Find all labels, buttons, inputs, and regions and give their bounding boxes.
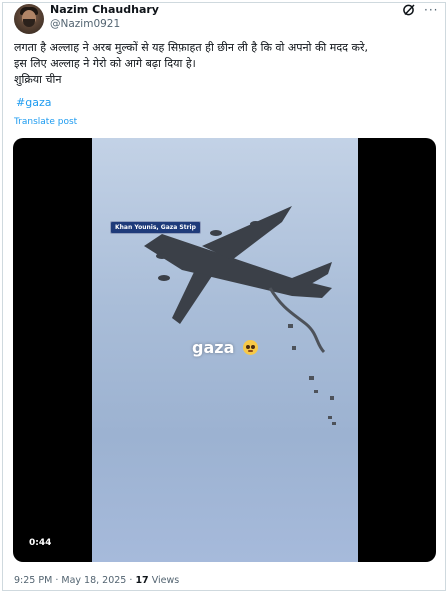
views-count[interactable]: 17 [135,575,148,586]
translate-post-link[interactable]: Translate post [14,117,77,127]
post-date[interactable]: May 18, 2025 [61,575,126,586]
post-line: शुक्रिया चीन [14,73,62,86]
hashtag-link[interactable]: #gaza [16,96,51,109]
avatar-beard [23,19,35,27]
falling-aid-parcels [268,287,336,425]
emoji-eye [246,345,250,349]
author-avatar[interactable] [14,4,44,34]
author-handle[interactable]: @Nazim0921 [50,18,120,30]
meta-separator: · [129,575,133,586]
video-player[interactable]: Khan Younis, Gaza Strip gaza 0:44 [13,138,436,562]
post-line: इस लिए अल्लाह ने गेरो को आगे बढ़ा दिया ह… [14,57,196,70]
meta-separator: · [55,575,59,586]
video-frame[interactable]: Khan Younis, Gaza Strip gaza [92,138,358,562]
post-body: लगता है अल्लाह ने अरब मुल्कों से यह सिफ़… [14,40,442,88]
emoji-mouth [248,350,253,352]
more-options-icon[interactable]: ··· [424,3,438,17]
video-duration: 0:44 [29,538,52,548]
video-overlay-text: gaza [192,338,235,357]
post-time[interactable]: 9:25 PM [14,575,52,586]
emoji-eye [251,345,255,349]
views-label: Views [151,575,180,586]
author-name[interactable]: Nazim Chaudhary [50,3,159,16]
post-line: लगता है अल्लाह ने अरब मुल्कों से यह सिफ़… [14,41,368,54]
location-label: Khan Younis, Gaza Strip [110,221,201,234]
pleading-face-emoji-icon [243,340,258,355]
post-meta: 9:25 PM · May 18, 2025 · 17 Views [14,575,179,586]
grok-icon[interactable] [402,3,416,17]
